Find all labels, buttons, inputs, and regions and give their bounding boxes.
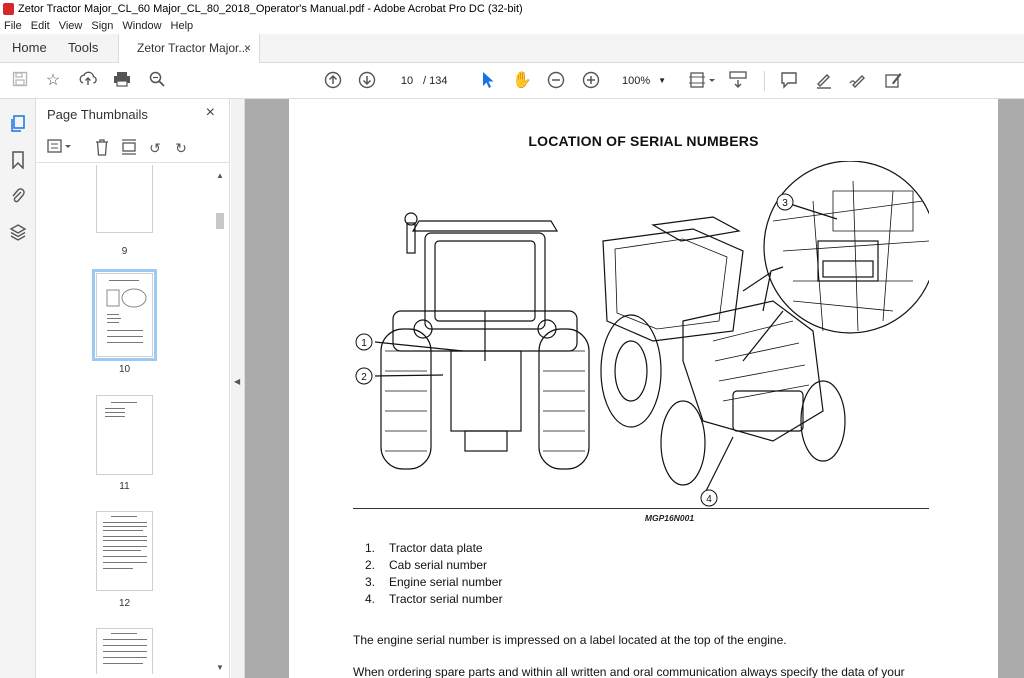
thumbnail-label: 11 xyxy=(119,481,130,492)
serial-number-list: 1. Tractor data plate 2. Cab serial number… xyxy=(365,540,503,608)
thumbnail-page-9[interactable] xyxy=(96,165,153,233)
highlight-pen-icon[interactable] xyxy=(814,71,834,91)
callout-label: 3 xyxy=(782,198,788,209)
menu-view[interactable]: View xyxy=(59,18,83,34)
thumbnail-label: 12 xyxy=(118,598,131,609)
document-viewport[interactable]: LOCATION OF SERIAL NUMBERS 1 2 3 4 MGP16… xyxy=(245,99,1024,678)
fill-sign-icon[interactable] xyxy=(883,71,903,91)
window-title: Zetor Tractor Major_CL_60 Major_CL_80_20… xyxy=(18,3,523,15)
layers-icon[interactable] xyxy=(8,223,28,243)
menu-edit[interactable]: Edit xyxy=(31,18,50,34)
body-paragraph: When ordering spare parts and within all… xyxy=(353,665,905,678)
draw-sign-icon[interactable] xyxy=(848,71,868,91)
thumbnail-options-icon[interactable] xyxy=(46,138,74,158)
comment-icon[interactable] xyxy=(779,71,799,91)
thumbnail-label: 9 xyxy=(121,246,128,257)
scrollbar-thumb[interactable] xyxy=(216,213,224,229)
toolbar-divider xyxy=(764,71,765,91)
menu-window[interactable]: Window xyxy=(122,18,161,34)
list-item: 4. Tractor serial number xyxy=(365,592,503,606)
thumbnail-figure-icon xyxy=(106,288,147,308)
delete-trash-icon[interactable] xyxy=(92,138,112,158)
thumbnail-list: 9 10 11 12 xyxy=(36,165,214,674)
menu-bar: File Edit View Sign Window Help xyxy=(0,18,1024,34)
zoom-in-icon[interactable] xyxy=(581,71,601,91)
pdf-page: LOCATION OF SERIAL NUMBERS 1 2 3 4 MGP16… xyxy=(289,99,998,678)
next-page-icon[interactable] xyxy=(357,71,377,91)
thumbnail-page-10[interactable] xyxy=(92,269,157,361)
tab-tools[interactable]: Tools xyxy=(68,34,98,62)
close-panel-icon[interactable]: × xyxy=(206,104,215,122)
figure-caption: MGP16N001 xyxy=(644,513,695,523)
scroll-up-icon[interactable]: ▲ xyxy=(215,171,225,180)
scroll-down-icon[interactable]: ▼ xyxy=(215,663,225,672)
tab-document-label: Zetor Tractor Major... xyxy=(137,41,249,55)
tab-bar: Home Tools Zetor Tractor Major... × xyxy=(0,34,1024,63)
thumbnail-label: 10 xyxy=(118,364,131,375)
chevron-left-icon: ◀ xyxy=(234,377,241,386)
zoom-level-value: 100% xyxy=(622,75,651,87)
tab-document[interactable]: Zetor Tractor Major... × xyxy=(118,34,260,63)
list-item: 2. Cab serial number xyxy=(365,558,488,572)
window-title-bar: Zetor Tractor Major_CL_60 Major_CL_80_20… xyxy=(0,0,1024,18)
extract-pages-icon[interactable] xyxy=(119,138,139,158)
page-heading: LOCATION OF SERIAL NUMBERS xyxy=(528,133,759,149)
thumbnail-page-12[interactable] xyxy=(96,511,153,591)
figure-divider xyxy=(353,508,929,509)
main-toolbar: ☆ 10 / 134 ✋ 100% ▼ xyxy=(0,63,1024,99)
save-icon[interactable] xyxy=(10,71,30,91)
cloud-upload-icon[interactable] xyxy=(78,71,98,91)
panel-title: Page Thumbnails xyxy=(47,107,148,122)
chevron-down-icon: ▼ xyxy=(658,76,666,85)
page-number-input[interactable]: 10 xyxy=(394,71,420,91)
thumbnail-toolbar: ↺ ↻ xyxy=(36,133,230,163)
print-icon[interactable] xyxy=(112,71,132,91)
select-cursor-icon[interactable] xyxy=(478,71,498,91)
zoom-out-icon[interactable] xyxy=(546,71,566,91)
thumbnail-page-13[interactable] xyxy=(96,628,153,674)
previous-page-icon[interactable] xyxy=(323,71,343,91)
menu-file[interactable]: File xyxy=(4,18,22,34)
tractor-illustration: 1 2 3 4 xyxy=(355,161,929,507)
close-tab-icon[interactable]: × xyxy=(244,34,251,62)
collapse-panel-handle[interactable]: ◀ xyxy=(231,99,245,678)
callout-label: 1 xyxy=(361,338,367,349)
rotate-clockwise-icon[interactable]: ↻ xyxy=(171,138,191,158)
thumbnail-page-11[interactable] xyxy=(96,395,153,475)
page-count: / 134 xyxy=(423,75,448,87)
menu-sign[interactable]: Sign xyxy=(91,18,113,34)
zoom-level-dropdown[interactable]: 100% ▼ xyxy=(614,71,668,91)
attachments-paperclip-icon[interactable] xyxy=(8,187,28,207)
page-thumbnails-panel: Page Thumbnails × ↺ ↻ 9 10 11 12 ▲ ▼ xyxy=(36,99,230,678)
tab-home[interactable]: Home xyxy=(12,34,47,62)
thumbnail-scrollbar[interactable]: ▲ ▼ xyxy=(215,169,225,674)
list-item: 3. Engine serial number xyxy=(365,575,503,589)
hand-tool-icon[interactable]: ✋ xyxy=(512,71,532,91)
page-thumbnails-icon[interactable] xyxy=(8,115,28,135)
menu-help[interactable]: Help xyxy=(171,18,194,34)
bookmarks-icon[interactable] xyxy=(8,151,28,171)
acrobat-logo-icon xyxy=(3,3,14,15)
list-item: 1. Tractor data plate xyxy=(365,541,483,555)
callout-label: 4 xyxy=(706,494,712,505)
page-fit-icon[interactable] xyxy=(688,71,716,91)
scroll-mode-icon[interactable] xyxy=(728,71,748,91)
navigation-rail xyxy=(0,99,36,678)
rotate-counterclockwise-icon[interactable]: ↺ xyxy=(145,138,165,158)
callout-label: 2 xyxy=(361,372,367,383)
search-zoom-icon[interactable] xyxy=(147,71,167,91)
bookmark-star-icon[interactable]: ☆ xyxy=(43,71,63,91)
body-paragraph: The engine serial number is impressed on… xyxy=(353,633,787,647)
